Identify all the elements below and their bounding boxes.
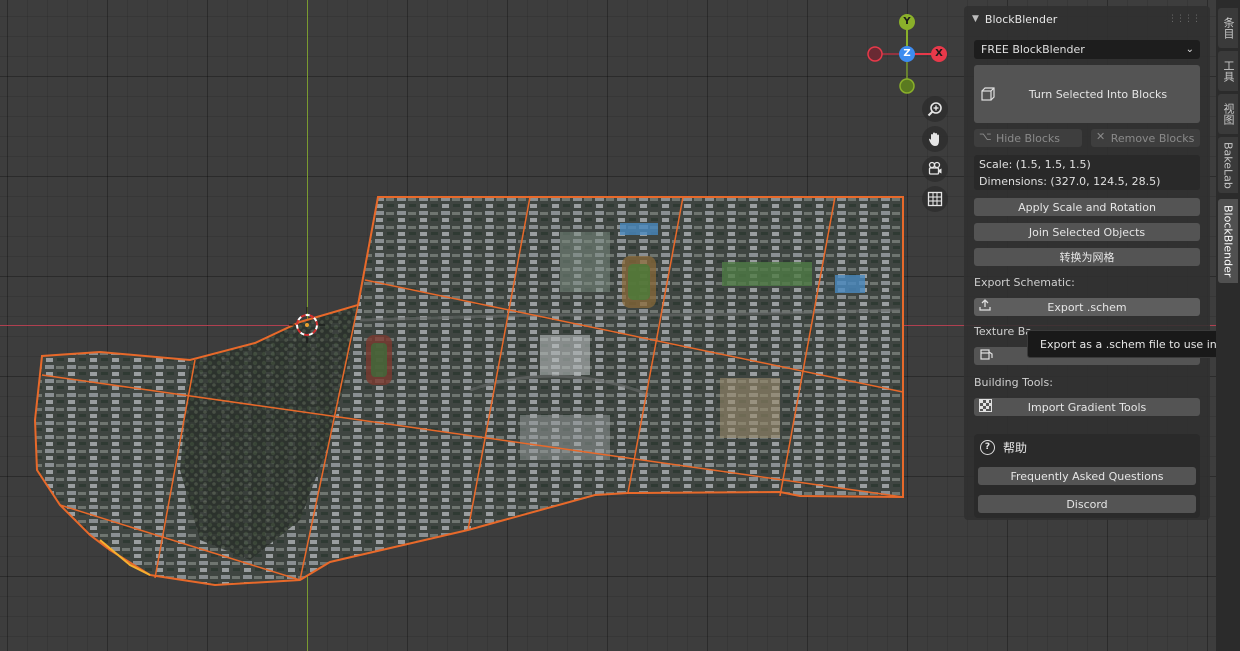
remove-blocks-label: Remove Blocks — [1110, 131, 1195, 145]
checker-icon — [979, 399, 992, 415]
panel-title: BlockBlender — [984, 12, 1058, 26]
drag-grip-icon[interactable]: ⋮⋮⋮⋮ — [1168, 14, 1201, 24]
tab-item[interactable]: 条目 — [1218, 8, 1238, 48]
3d-cursor-icon[interactable] — [287, 305, 327, 345]
eye-closed-icon: ⌥ — [979, 130, 992, 143]
join-selected-label: Join Selected Objects — [1028, 225, 1146, 239]
paint-bucket-icon — [979, 348, 993, 363]
viewport-navigation-tools — [922, 96, 948, 216]
gizmo-y-axis[interactable]: Y — [899, 14, 915, 30]
faq-label: Frequently Asked Questions — [1010, 469, 1164, 483]
pan-hand-icon[interactable] — [922, 126, 948, 152]
import-gradient-tools-button[interactable]: Import Gradient Tools — [974, 398, 1200, 416]
tab-bakelab[interactable]: BakeLab — [1218, 137, 1238, 193]
export-schematic-label: Export Schematic: — [974, 276, 1075, 289]
question-icon: ? — [980, 440, 995, 455]
gizmo-x-axis[interactable]: X — [931, 46, 947, 62]
convert-to-mesh-button[interactable]: 转换为网格 — [974, 248, 1200, 266]
x-icon: ✕ — [1096, 130, 1106, 143]
navigation-gizmo[interactable]: Y Z X — [860, 10, 960, 100]
panel-header[interactable]: ▼ BlockBlender ⋮⋮⋮⋮ — [964, 6, 1210, 32]
building-tools-label: Building Tools: — [974, 376, 1053, 389]
collapse-chevron-icon[interactable]: ▼ — [972, 14, 979, 24]
discord-label: Discord — [1066, 497, 1108, 511]
discord-button[interactable]: Discord — [978, 495, 1196, 513]
scale-text: Scale: (1.5, 1.5, 1.5) — [979, 158, 1091, 171]
hide-blocks-label: Hide Blocks — [995, 131, 1061, 145]
export-upload-icon — [979, 299, 991, 314]
export-schem-button[interactable]: Export .schem — [974, 298, 1200, 316]
zoom-icon[interactable] — [922, 96, 948, 122]
help-section: ? 帮助 Frequently Asked Questions Discord — [974, 434, 1200, 518]
version-select-value: FREE BlockBlender — [981, 43, 1085, 56]
tab-blockblender[interactable]: BlockBlender — [1218, 199, 1238, 283]
version-select[interactable]: FREE BlockBlender ⌄ — [974, 40, 1200, 59]
gizmo-z-axis[interactable]: Z — [899, 46, 915, 62]
convert-mesh-label: 转换为网格 — [1059, 251, 1115, 264]
sidebar-tabs: 条目 工具 视图 BakeLab BlockBlender — [1216, 0, 1240, 651]
export-schem-label: Export .schem — [1047, 300, 1127, 314]
ortho-grid-icon[interactable] — [922, 186, 948, 212]
camera-view-icon[interactable] — [922, 156, 948, 182]
help-title: 帮助 — [1003, 441, 1028, 455]
turn-into-blocks-label: Turn Selected Into Blocks — [1028, 87, 1168, 101]
faq-button[interactable]: Frequently Asked Questions — [978, 467, 1196, 485]
dimensions-text: Dimensions: (327.0, 124.5, 28.5) — [979, 175, 1161, 188]
export-tooltip: Export as a .schem file to use in Minec — [1027, 330, 1240, 358]
help-header[interactable]: ? 帮助 — [980, 439, 1027, 456]
chevron-down-icon: ⌄ — [1185, 44, 1194, 55]
object-info-box: Scale: (1.5, 1.5, 1.5) Dimensions: (327.… — [974, 155, 1200, 190]
import-gradient-label: Import Gradient Tools — [1027, 400, 1147, 414]
hide-blocks-button[interactable]: ⌥ Hide Blocks — [974, 129, 1082, 147]
tab-view[interactable]: 视图 — [1218, 94, 1238, 134]
texture-section-label: Texture Ba — [974, 325, 1033, 338]
apply-scale-rotation-button[interactable]: Apply Scale and Rotation — [974, 198, 1200, 216]
tab-tool[interactable]: 工具 — [1218, 51, 1238, 91]
join-selected-button[interactable]: Join Selected Objects — [974, 223, 1200, 241]
turn-into-blocks-button[interactable]: Turn Selected Into Blocks — [974, 65, 1200, 123]
cube-icon — [981, 87, 995, 101]
remove-blocks-button[interactable]: ✕ Remove Blocks — [1091, 129, 1200, 147]
blockblender-panel: ▼ BlockBlender ⋮⋮⋮⋮ FREE BlockBlender ⌄ … — [964, 6, 1210, 520]
apply-scale-label: Apply Scale and Rotation — [1018, 200, 1156, 214]
